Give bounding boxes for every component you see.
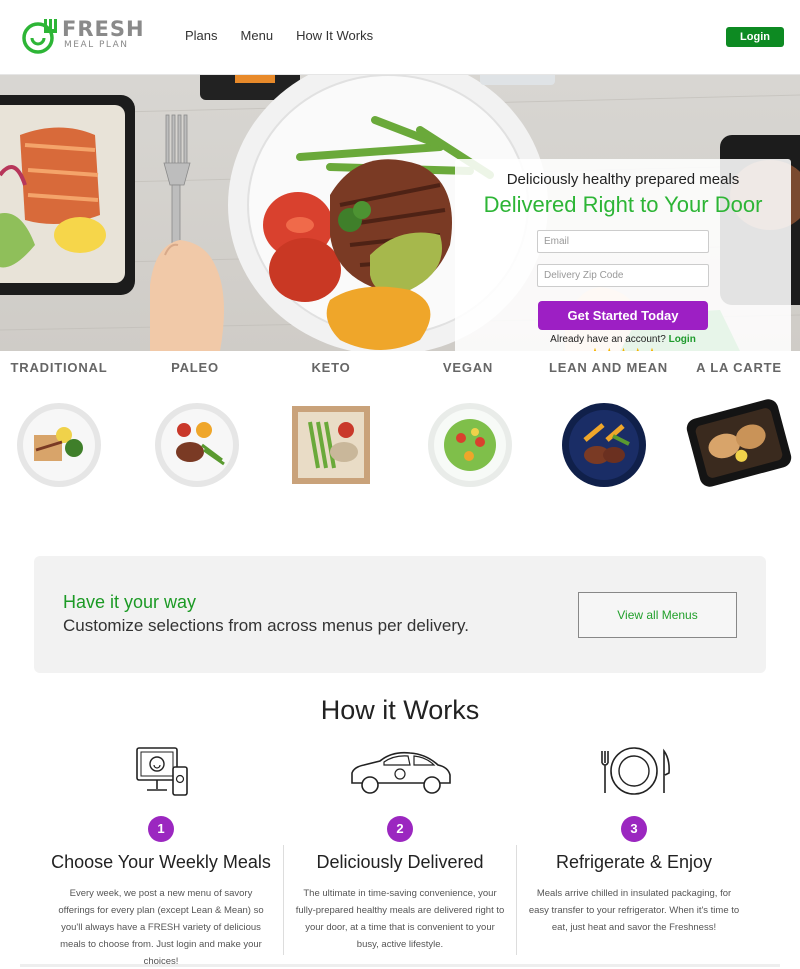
step-number-badge: 3: [621, 816, 647, 842]
site-header: FRESH MEAL PLAN Plans Menu How It Works …: [0, 0, 800, 75]
step-description: Meals arrive chilled in insulated packag…: [528, 888, 740, 933]
plan-paleo[interactable]: PALEO: [140, 360, 250, 487]
paleo-meal-image: [155, 403, 239, 487]
customize-panel: Have it your way Customize selections fr…: [34, 556, 766, 673]
footer-divider: [20, 964, 780, 967]
delivery-car-icon: [351, 751, 451, 794]
step-title: Refrigerate & Enjoy: [555, 852, 713, 872]
hero-banner: Deliciously healthy prepared meals Deliv…: [0, 75, 800, 351]
customize-text: Customize selections from across menus p…: [63, 616, 469, 635]
how-it-works-title: How it Works: [320, 695, 480, 725]
step-title: Choose Your Weekly Meals: [51, 852, 271, 872]
plate-utensils-icon: [601, 747, 670, 795]
header-login-button[interactable]: Login: [726, 27, 784, 47]
step-description: Every week, we post a new menu of savory…: [58, 888, 264, 967]
plan-vegan[interactable]: VEGAN: [413, 360, 523, 487]
vegan-meal-image: [428, 403, 512, 487]
logo-text: FRESH MEAL PLAN: [62, 18, 145, 50]
logo-tagline: MEAL PLAN: [64, 40, 129, 50]
plan-label: LEAN AND MEAN: [549, 360, 668, 375]
a-la-carte-meal-image: [686, 399, 792, 487]
main-nav: Plans Menu How It Works: [185, 28, 373, 43]
zip-code-input[interactable]: Delivery Zip Code: [537, 264, 709, 287]
plan-label: A LA CARTE: [696, 360, 782, 375]
logo-fork-icon: [22, 19, 57, 54]
plan-label: PALEO: [171, 360, 219, 375]
plan-a-la-carte[interactable]: A LA CARTE: [684, 360, 794, 487]
nav-how-it-works-link[interactable]: How It Works: [296, 28, 373, 43]
computer-phone-icon: [136, 747, 188, 796]
view-all-menus-button[interactable]: View all Menus: [578, 592, 737, 638]
fresh-logo[interactable]: FRESH MEAL PLAN: [20, 16, 150, 60]
step-number-badge: 1: [148, 816, 174, 842]
keto-meal-image: [292, 406, 370, 484]
plan-label: VEGAN: [442, 360, 494, 375]
nav-menu-link[interactable]: Menu: [241, 28, 274, 43]
step-number-badge: 2: [387, 816, 413, 842]
nav-plans-link[interactable]: Plans: [185, 28, 218, 43]
plans-strip: TRADITIONAL PALEO KETO VEGAN LEAN AND ME…: [0, 360, 800, 500]
email-input[interactable]: Email: [537, 230, 709, 253]
existing-account-text: Already have an account? Login: [455, 334, 791, 345]
lean-and-mean-meal-image: [562, 403, 646, 487]
step-title: Deliciously Delivered: [316, 852, 484, 872]
account-prompt: Already have an account?: [550, 334, 666, 345]
plan-traditional[interactable]: TRADITIONAL: [4, 360, 114, 487]
step-choose-meals: 1 Choose Your Weekly Meals Every week, w…: [41, 745, 281, 969]
rating-stars: ★★★★★: [455, 345, 791, 351]
get-started-button[interactable]: Get Started Today: [538, 301, 708, 330]
signup-card: Deliciously healthy prepared meals Deliv…: [455, 159, 791, 351]
step-description: The ultimate in time-saving convenience,…: [295, 888, 505, 950]
plan-label: TRADITIONAL: [10, 360, 108, 375]
step-delivered: 2 Deliciously Delivered The ultimate in …: [280, 745, 520, 953]
plan-keto[interactable]: KETO: [276, 360, 386, 484]
traditional-meal-image: [17, 403, 101, 487]
step-refrigerate-enjoy: 3 Refrigerate & Enjoy Meals arrive chill…: [514, 745, 754, 936]
customize-heading: Have it your way: [63, 592, 197, 612]
hero-subheading: Deliciously healthy prepared meals: [506, 171, 740, 188]
hero-login-link[interactable]: Login: [669, 334, 696, 345]
hero-heading: Delivered Right to Your Door: [483, 192, 763, 217]
plan-lean-and-mean[interactable]: LEAN AND MEAN: [549, 360, 668, 487]
plan-label: KETO: [311, 360, 351, 375]
logo-name: FRESH: [62, 17, 145, 41]
